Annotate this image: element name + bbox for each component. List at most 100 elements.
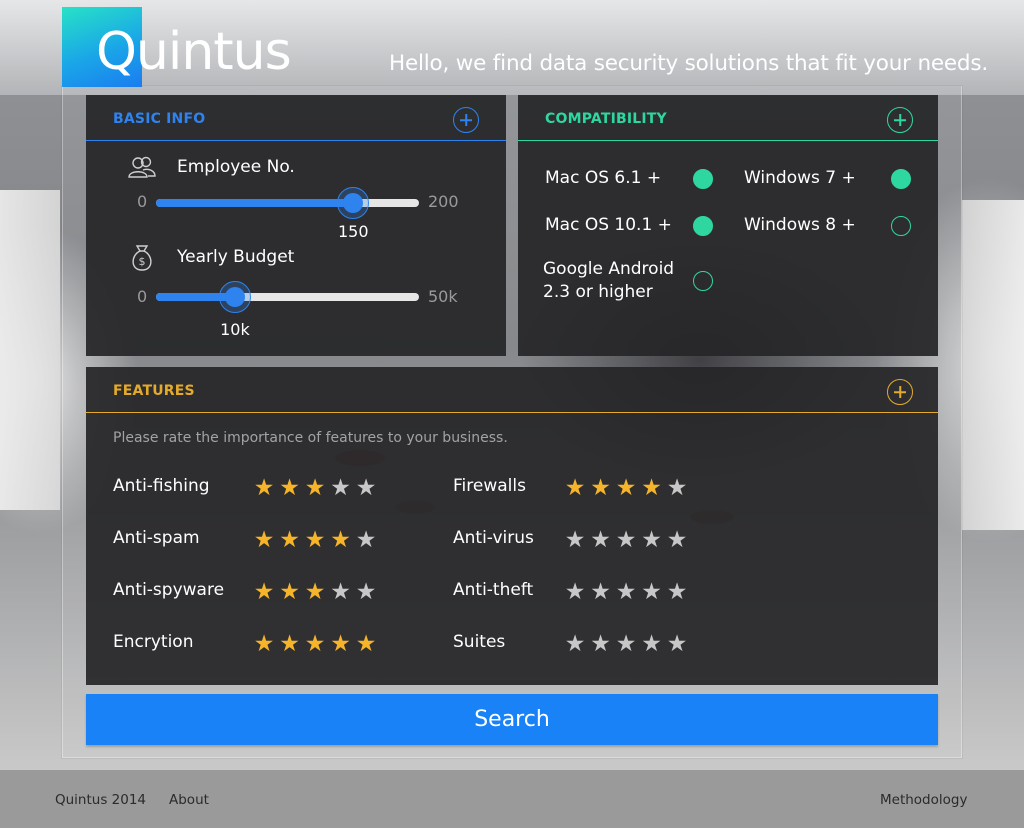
os-toggle-mac-6[interactable] — [693, 169, 713, 189]
star-rating[interactable]: ★ ★ ★ ★ ★ — [563, 633, 693, 656]
budget-min: 0 — [137, 287, 148, 306]
money-bag-icon: $ — [132, 245, 152, 271]
star-icon[interactable]: ★ — [640, 477, 664, 500]
employee-max: 200 — [428, 192, 459, 211]
os-label-win-8: Windows 8 + — [744, 215, 856, 235]
feature-name: Firewalls — [453, 476, 526, 496]
os-toggle-mac-10[interactable] — [693, 216, 713, 236]
star-icon[interactable]: ★ — [303, 633, 327, 656]
star-icon[interactable]: ★ — [354, 581, 378, 604]
star-icon[interactable]: ★ — [252, 581, 276, 604]
star-icon[interactable]: ★ — [329, 477, 353, 500]
footer-copyright: Quintus 2014 — [55, 792, 147, 808]
star-icon[interactable]: ★ — [640, 581, 664, 604]
star-icon[interactable]: ★ — [640, 633, 664, 656]
star-rating[interactable]: ★ ★ ★ ★ ★ — [252, 477, 382, 500]
os-label-win-7: Windows 7 + — [744, 168, 856, 188]
people-icon — [128, 156, 156, 178]
star-rating[interactable]: ★ ★ ★ ★ ★ — [563, 529, 693, 552]
feature-name: Suites — [453, 632, 506, 652]
basic-info-header: BASIC INFO — [86, 95, 506, 141]
features-title: FEATURES — [113, 383, 195, 399]
star-icon[interactable]: ★ — [329, 529, 353, 552]
basic-info-panel: BASIC INFO Employee No. 0 200 150 $ Year… — [86, 95, 506, 356]
star-icon[interactable]: ★ — [354, 529, 378, 552]
os-label-mac-6: Mac OS 6.1 + — [545, 168, 662, 188]
feature-name: Anti-spam — [113, 528, 200, 548]
budget-slider-handle[interactable] — [218, 281, 251, 313]
features-expand-icon[interactable] — [887, 379, 913, 405]
budget-slider-track[interactable] — [156, 293, 419, 301]
employee-slider-handle[interactable] — [337, 187, 370, 219]
star-rating[interactable]: ★ ★ ★ ★ ★ — [252, 633, 382, 656]
compatibility-title: COMPATIBILITY — [545, 111, 667, 127]
employee-slider-fill — [156, 199, 354, 207]
star-icon[interactable]: ★ — [589, 477, 613, 500]
star-icon[interactable]: ★ — [563, 529, 587, 552]
svg-text:$: $ — [139, 255, 146, 268]
feature-name: Anti-theft — [453, 580, 534, 600]
search-button[interactable]: Search — [86, 694, 938, 745]
basic-info-expand-icon[interactable] — [453, 107, 479, 133]
compatibility-panel: COMPATIBILITY Mac OS 6.1 + Windows 7 + M… — [518, 95, 938, 356]
budget-max: 50k — [428, 287, 458, 306]
star-icon[interactable]: ★ — [278, 477, 302, 500]
os-toggle-win-8[interactable] — [891, 216, 911, 236]
features-hint: Please rate the importance of features t… — [113, 430, 508, 446]
logo-text[interactable]: Quintus — [96, 26, 292, 78]
star-icon[interactable]: ★ — [278, 633, 302, 656]
star-icon[interactable]: ★ — [665, 633, 689, 656]
os-toggle-win-7[interactable] — [891, 169, 911, 189]
features-panel: FEATURES Please rate the importance of f… — [86, 367, 938, 685]
star-icon[interactable]: ★ — [278, 529, 302, 552]
star-icon[interactable]: ★ — [354, 477, 378, 500]
star-icon[interactable]: ★ — [252, 477, 276, 500]
feature-name: Anti-fishing — [113, 476, 210, 496]
basic-info-title: BASIC INFO — [113, 111, 206, 127]
os-toggle-android[interactable] — [693, 271, 713, 291]
footer-methodology-link[interactable]: Methodology — [880, 792, 967, 808]
star-icon[interactable]: ★ — [589, 581, 613, 604]
star-rating[interactable]: ★ ★ ★ ★ ★ — [252, 529, 382, 552]
star-icon[interactable]: ★ — [563, 581, 587, 604]
employee-slider-track[interactable] — [156, 199, 419, 207]
star-icon[interactable]: ★ — [252, 633, 276, 656]
footer-about-link[interactable]: About — [169, 792, 209, 808]
star-icon[interactable]: ★ — [354, 633, 378, 656]
compatibility-header: COMPATIBILITY — [518, 95, 938, 141]
tagline: Hello, we find data security solutions t… — [389, 51, 989, 76]
star-icon[interactable]: ★ — [665, 529, 689, 552]
star-icon[interactable]: ★ — [563, 477, 587, 500]
star-icon[interactable]: ★ — [614, 581, 638, 604]
star-icon[interactable]: ★ — [665, 477, 689, 500]
star-icon[interactable]: ★ — [589, 633, 613, 656]
feature-name: Anti-virus — [453, 528, 534, 548]
star-icon[interactable]: ★ — [614, 477, 638, 500]
compatibility-expand-icon[interactable] — [887, 107, 913, 133]
star-icon[interactable]: ★ — [563, 633, 587, 656]
star-icon[interactable]: ★ — [303, 529, 327, 552]
employee-min: 0 — [137, 192, 148, 211]
star-rating[interactable]: ★ ★ ★ ★ ★ — [563, 477, 693, 500]
budget-label: Yearly Budget — [177, 247, 295, 267]
star-icon[interactable]: ★ — [589, 529, 613, 552]
star-icon[interactable]: ★ — [329, 581, 353, 604]
star-rating[interactable]: ★ ★ ★ ★ ★ — [252, 581, 382, 604]
os-label-mac-10: Mac OS 10.1 + — [545, 215, 672, 235]
star-icon[interactable]: ★ — [640, 529, 664, 552]
employee-value: 150 — [337, 222, 369, 241]
os-label-android: Google Android 2.3 or higher — [543, 259, 675, 302]
star-rating[interactable]: ★ ★ ★ ★ ★ — [563, 581, 693, 604]
feature-name: Anti-spyware — [113, 580, 225, 600]
employee-label: Employee No. — [177, 157, 295, 177]
star-icon[interactable]: ★ — [329, 633, 353, 656]
star-icon[interactable]: ★ — [303, 477, 327, 500]
features-header: FEATURES — [86, 367, 938, 413]
star-icon[interactable]: ★ — [278, 581, 302, 604]
star-icon[interactable]: ★ — [252, 529, 276, 552]
star-icon[interactable]: ★ — [665, 581, 689, 604]
star-icon[interactable]: ★ — [614, 633, 638, 656]
footer: Quintus 2014 About Methodology — [0, 770, 1024, 828]
star-icon[interactable]: ★ — [614, 529, 638, 552]
star-icon[interactable]: ★ — [303, 581, 327, 604]
